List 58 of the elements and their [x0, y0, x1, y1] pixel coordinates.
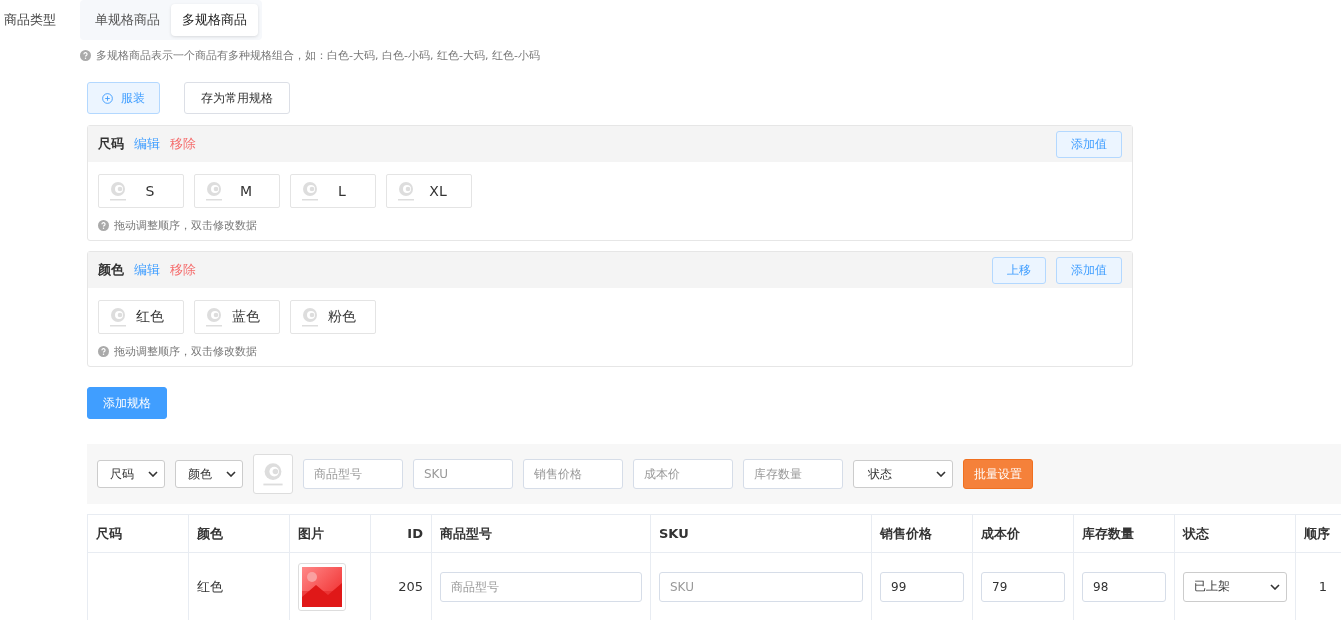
- chevron-down-icon: [226, 471, 236, 477]
- spec-name: 颜色: [98, 261, 124, 279]
- input-field[interactable]: 99: [880, 571, 964, 602]
- column-header: 颜色: [188, 514, 290, 553]
- spec-value-chip[interactable]: XL: [386, 174, 472, 208]
- filter-select[interactable]: 颜色: [175, 460, 243, 488]
- status-select[interactable]: 已上架: [1183, 571, 1287, 602]
- column-header: 顺序: [1295, 514, 1341, 553]
- input-field[interactable]: 成本价: [633, 459, 733, 489]
- image-placeholder-icon: [397, 181, 415, 201]
- type-tab[interactable]: 多规格商品: [171, 4, 258, 36]
- input-field[interactable]: 销售价格: [523, 459, 623, 489]
- type-tab[interactable]: 单规格商品: [84, 4, 171, 36]
- hint-text: 多规格商品表示一个商品有多种规格组合，如：白色-大码, 白色-小码, 红色-大码, 红色-小码: [96, 48, 540, 63]
- column-header: 成本价: [972, 514, 1074, 553]
- column-header: 销售价格: [871, 514, 973, 553]
- spec-name: 尺码: [98, 135, 124, 153]
- spec-value-chip[interactable]: 粉色: [290, 300, 376, 334]
- input-field[interactable]: 库存数量: [743, 459, 843, 489]
- chevron-down-icon: [1270, 583, 1280, 590]
- spec-value-chip[interactable]: 红色: [98, 300, 184, 334]
- image-placeholder-icon: [109, 181, 127, 201]
- chevron-down-icon: [936, 471, 946, 477]
- input-field[interactable]: 79: [981, 571, 1065, 602]
- spec-value-chip[interactable]: S: [98, 174, 184, 208]
- image-placeholder-icon: [205, 307, 223, 327]
- filter-select[interactable]: 尺码: [97, 460, 165, 488]
- spec-value-chip[interactable]: L: [290, 174, 376, 208]
- image-placeholder-icon: [301, 307, 319, 327]
- column-header: 图片: [289, 514, 371, 553]
- column-header: 状态: [1174, 514, 1296, 553]
- image-upload[interactable]: [253, 454, 293, 494]
- save-spec-button[interactable]: 存为常用规格: [184, 82, 290, 114]
- input-field[interactable]: SKU: [659, 571, 863, 602]
- help-icon: [98, 346, 109, 357]
- input-field[interactable]: 98: [1082, 571, 1166, 602]
- image-placeholder-icon: [301, 181, 319, 201]
- column-header: 尺码: [87, 514, 189, 553]
- hint-text: 拖动调整顺序，双击修改数据: [114, 344, 257, 359]
- column-header: ID: [370, 514, 432, 553]
- hint-text: 拖动调整顺序，双击修改数据: [114, 218, 257, 233]
- help-icon: [80, 50, 91, 61]
- spec-value-chip[interactable]: 蓝色: [194, 300, 280, 334]
- input-field[interactable]: 商品型号: [440, 571, 642, 602]
- column-header: SKU: [650, 514, 872, 553]
- input-field[interactable]: 商品型号: [303, 459, 403, 489]
- plus-circle-icon: [102, 92, 113, 104]
- chevron-down-icon: [148, 471, 158, 477]
- column-header: 商品型号: [431, 514, 651, 553]
- field-label: 商品类型: [4, 11, 56, 29]
- image-placeholder-icon: [109, 307, 127, 327]
- input-field[interactable]: SKU: [413, 459, 513, 489]
- help-icon: [98, 220, 109, 231]
- spec-value-chip[interactable]: M: [194, 174, 280, 208]
- image-placeholder-icon: [262, 462, 284, 486]
- image-placeholder-icon: [205, 181, 223, 201]
- status-select[interactable]: 状态: [853, 460, 953, 488]
- column-header: 库存数量: [1073, 514, 1175, 553]
